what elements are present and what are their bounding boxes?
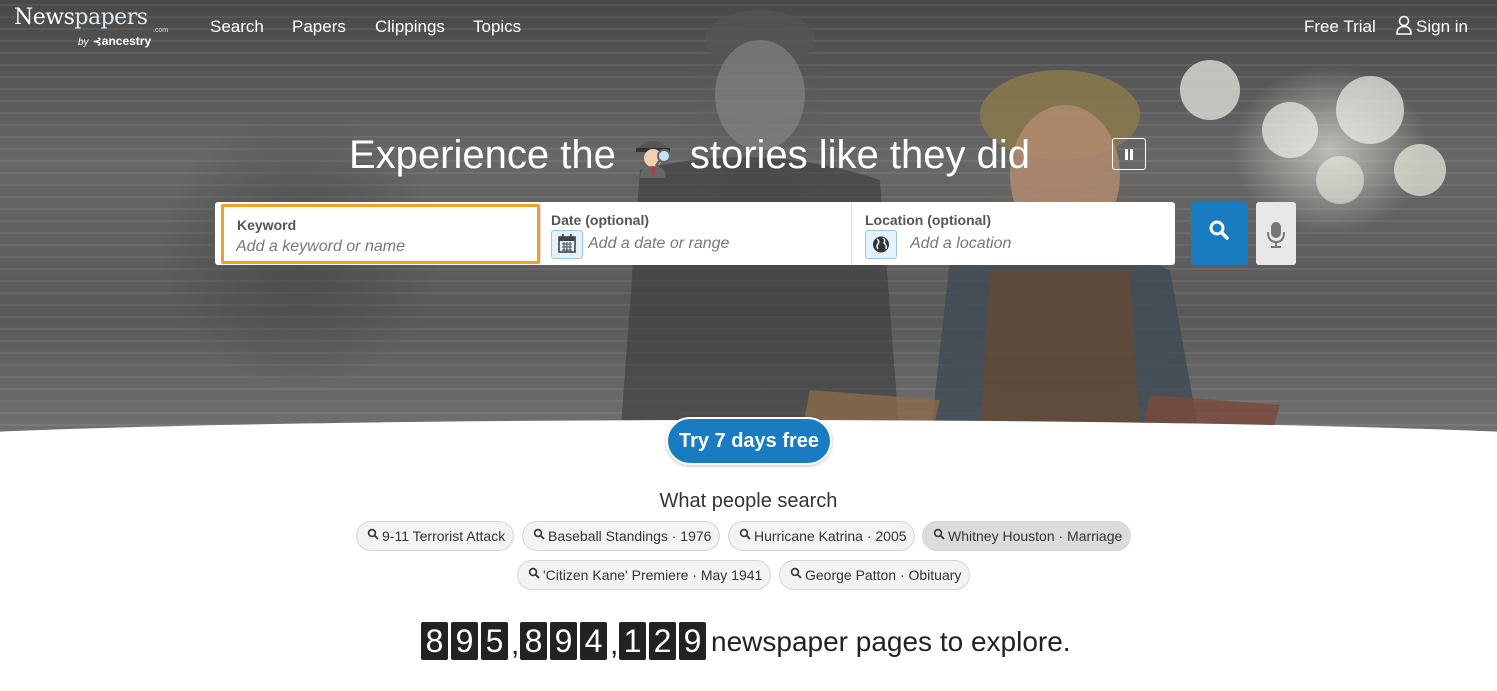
- location-label: Location (optional): [865, 212, 991, 228]
- counter-caption: newspaper pages to explore.: [711, 626, 1071, 657]
- search-icon: [790, 567, 802, 579]
- keyword-input[interactable]: [236, 237, 526, 257]
- counter-digit: 4: [580, 622, 607, 660]
- chip-label: George Patton · Obituary: [805, 567, 962, 583]
- counter-digit: 2: [649, 622, 676, 660]
- popular-searches-title: What people search: [659, 490, 838, 512]
- logo-byline: by ⊰ancestry: [78, 34, 151, 48]
- popular-search-chip[interactable]: Baseball Standings · 1976: [522, 521, 720, 551]
- pause-animation-button[interactable]: [1112, 138, 1146, 170]
- location-field[interactable]: Location (optional): [852, 202, 1175, 265]
- nav-link-search[interactable]: Search: [210, 17, 264, 37]
- popular-search-chip[interactable]: 9-11 Terrorist Attack: [356, 521, 514, 551]
- calendar-icon[interactable]: [551, 230, 583, 259]
- counter-digit: 9: [550, 622, 577, 660]
- chip-label: 9-11 Terrorist Attack: [382, 528, 506, 544]
- search-icon: [1209, 220, 1229, 240]
- chip-label: 'Citizen Kane' Premiere · May 1941: [543, 567, 763, 583]
- chip-label: Whitney Houston · Marriage: [948, 528, 1123, 544]
- user-icon[interactable]: [1396, 15, 1412, 35]
- search-icon: [933, 528, 945, 540]
- logo-text-news: News: [14, 5, 75, 30]
- headline-text-end: stories like they did: [689, 132, 1030, 177]
- counter-digit: 9: [451, 622, 478, 660]
- logo-text-papers: papers: [74, 5, 148, 30]
- popular-search-chip[interactable]: Whitney Houston · Marriage: [922, 521, 1131, 551]
- counter-digit: 8: [520, 622, 547, 660]
- counter-separator: ,: [511, 628, 520, 661]
- date-label: Date (optional): [551, 212, 649, 228]
- search-icon: [528, 567, 540, 579]
- nav-link-topics[interactable]: Topics: [473, 17, 521, 37]
- search-icon: [533, 528, 545, 540]
- search-icon: [367, 528, 379, 540]
- keyword-field[interactable]: Keyword: [221, 204, 540, 264]
- nav-link-sign-in[interactable]: Sign in: [1416, 17, 1468, 37]
- chip-label: Hurricane Katrina · 2005: [754, 528, 907, 544]
- search-icon: [739, 528, 751, 540]
- counter-digit: 9: [679, 622, 706, 660]
- popular-search-chip[interactable]: 'Citizen Kane' Premiere · May 1941: [517, 560, 771, 590]
- newspapers-logo[interactable]: Newspapers .com by ⊰ancestry: [14, 5, 168, 48]
- page-counter: 8 9 5 , 8 9 4 , 1 2 9 newspaper pages to…: [421, 622, 1071, 660]
- date-input[interactable]: [588, 234, 838, 254]
- headline-text-start: Experience the: [349, 132, 616, 177]
- nav-link-clippings[interactable]: Clippings: [375, 17, 445, 37]
- search-form: Keyword Date (optional) Location (option…: [215, 202, 1175, 265]
- logo-text-com: .com: [153, 27, 169, 34]
- voice-search-button[interactable]: [1256, 202, 1296, 265]
- detective-emoji-icon: [630, 132, 676, 178]
- search-submit-button[interactable]: [1191, 202, 1248, 265]
- popular-search-chip[interactable]: Hurricane Katrina · 2005: [728, 521, 915, 551]
- counter-digit: 5: [481, 622, 508, 660]
- logo-ancestry: ancestry: [101, 34, 152, 48]
- nav-link-free-trial[interactable]: Free Trial: [1304, 17, 1376, 37]
- chip-label: Baseball Standings · 1976: [548, 528, 712, 544]
- try-free-button[interactable]: Try 7 days free: [666, 417, 832, 465]
- top-navigation: Newspapers .com by ⊰ancestry Search Paper…: [0, 0, 1497, 56]
- globe-icon[interactable]: [865, 230, 897, 259]
- nav-link-papers[interactable]: Papers: [292, 17, 346, 37]
- keyword-label: Keyword: [237, 217, 297, 233]
- logo-by: by: [78, 37, 89, 48]
- counter-digit: 1: [619, 622, 646, 660]
- ancestry-leaf-icon: ⊰: [92, 36, 102, 48]
- location-input[interactable]: [910, 234, 1160, 254]
- hero-headline: Experience the stories like they did: [349, 130, 1030, 180]
- date-field[interactable]: Date (optional): [541, 202, 851, 265]
- counter-separator: ,: [610, 628, 619, 661]
- microphone-icon: [1267, 222, 1285, 248]
- counter-digit: 8: [421, 622, 448, 660]
- popular-search-chip[interactable]: George Patton · Obituary: [779, 560, 970, 590]
